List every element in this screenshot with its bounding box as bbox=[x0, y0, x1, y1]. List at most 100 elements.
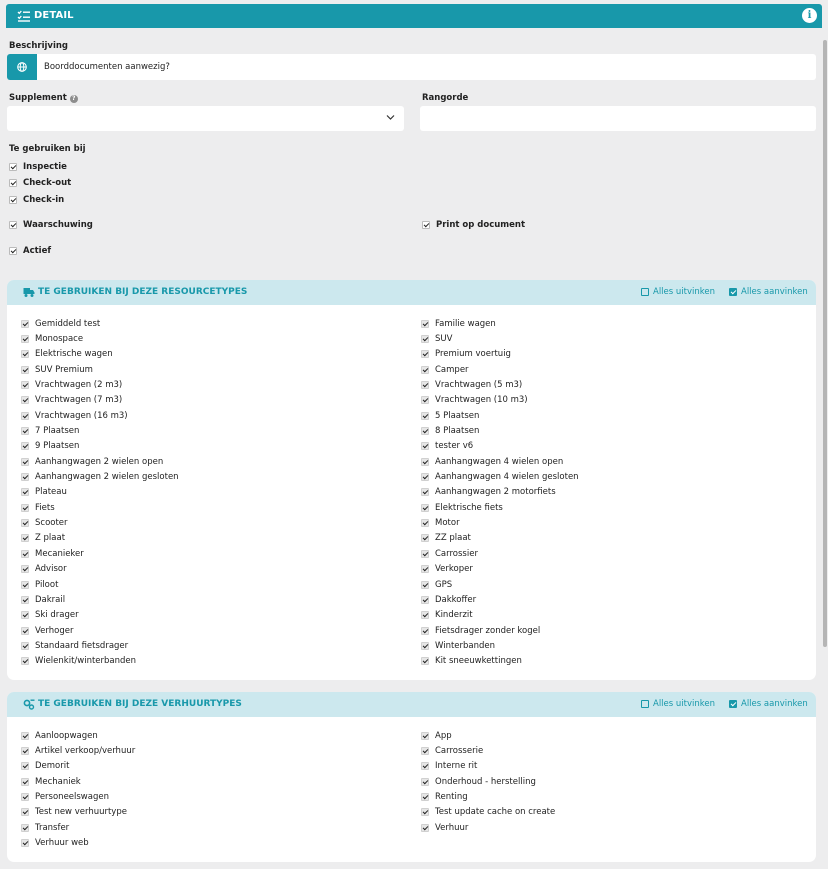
checkbox-waarschuwing[interactable]: Waarschuwing bbox=[9, 220, 93, 230]
checkbox-list-item[interactable]: Aanloopwagen bbox=[21, 728, 135, 743]
checkbox-list-item[interactable]: Test update cache on create bbox=[421, 805, 555, 820]
checkbox-list-item[interactable]: Gemiddeld test bbox=[21, 316, 179, 331]
checkbox[interactable] bbox=[421, 747, 429, 756]
checkbox-list-item[interactable]: ZZ plaat bbox=[421, 531, 579, 546]
checkbox[interactable] bbox=[421, 626, 429, 635]
checkbox-list-item[interactable]: Fietsdrager zonder kogel bbox=[421, 623, 579, 638]
checkbox-list-item[interactable]: Scooter bbox=[21, 515, 179, 530]
checkbox-list-item[interactable]: Premium voertuig bbox=[421, 347, 579, 362]
help-icon[interactable]: ? bbox=[69, 95, 78, 103]
checkbox-list-item[interactable]: Interne rit bbox=[421, 759, 555, 774]
checkbox-inspectie[interactable]: Inspectie bbox=[9, 162, 67, 172]
checkbox-list-item[interactable]: Transfer bbox=[21, 820, 135, 835]
checkbox-list-item[interactable]: Piloot bbox=[21, 577, 179, 592]
checkbox-list-item[interactable]: Standaard fietsdrager bbox=[21, 638, 179, 653]
supplement-select[interactable] bbox=[7, 106, 404, 131]
checkbox[interactable] bbox=[21, 365, 29, 374]
checkbox[interactable] bbox=[421, 823, 429, 832]
checkbox-list-item[interactable]: Renting bbox=[421, 789, 555, 804]
checkbox[interactable] bbox=[21, 626, 29, 635]
checkbox[interactable] bbox=[21, 319, 29, 328]
checkbox[interactable] bbox=[421, 488, 429, 497]
checkbox[interactable] bbox=[421, 396, 429, 405]
checkbox[interactable] bbox=[421, 777, 429, 786]
checkbox[interactable] bbox=[421, 731, 429, 740]
rangorde-input[interactable] bbox=[420, 106, 816, 131]
checkbox[interactable] bbox=[421, 762, 429, 771]
checkbox-list-item[interactable]: GPS bbox=[421, 577, 579, 592]
checkbox-list-item[interactable]: Test new verhuurtype bbox=[21, 805, 135, 820]
checkbox[interactable] bbox=[21, 657, 29, 666]
checkbox-list-item[interactable]: 9 Plaatsen bbox=[21, 439, 179, 454]
checkbox-list-item[interactable]: Onderhoud - herstelling bbox=[421, 774, 555, 789]
uncheck-all-verhuurtypes[interactable]: Alles uitvinken bbox=[641, 699, 715, 709]
checkbox-list-item[interactable]: Elektrische fiets bbox=[421, 500, 579, 515]
checkbox[interactable] bbox=[21, 565, 29, 574]
checkbox[interactable] bbox=[421, 473, 429, 482]
checkbox[interactable] bbox=[421, 595, 429, 604]
checkbox[interactable] bbox=[21, 808, 29, 817]
checkbox[interactable] bbox=[21, 396, 29, 405]
checkbox[interactable] bbox=[21, 427, 29, 436]
checkbox[interactable] bbox=[21, 488, 29, 497]
checkbox-list-item[interactable]: 5 Plaatsen bbox=[421, 408, 579, 423]
scrollbar-thumb[interactable] bbox=[823, 40, 827, 647]
checkbox[interactable] bbox=[421, 657, 429, 666]
checkbox-list-item[interactable]: Dakkoffer bbox=[421, 592, 579, 607]
checkbox[interactable] bbox=[421, 442, 429, 451]
checkbox-list-item[interactable]: Aanhangwagen 4 wielen gesloten bbox=[421, 469, 579, 484]
translate-button[interactable] bbox=[7, 54, 37, 80]
checkbox[interactable] bbox=[21, 350, 29, 359]
checkbox-list-item[interactable]: Z plaat bbox=[21, 531, 179, 546]
checkbox-list-item[interactable]: Kit sneeuwkettingen bbox=[421, 654, 579, 669]
checkbox-list-item[interactable]: Vrachtwagen (2 m3) bbox=[21, 377, 179, 392]
checkbox[interactable] bbox=[21, 839, 29, 848]
checkbox[interactable] bbox=[421, 580, 429, 589]
checkbox[interactable] bbox=[21, 611, 29, 620]
checkbox-list-item[interactable]: 8 Plaatsen bbox=[421, 423, 579, 438]
checkbox[interactable] bbox=[421, 319, 429, 328]
check-all-resourcetypes[interactable]: Alles aanvinken bbox=[729, 287, 808, 297]
checkbox[interactable] bbox=[21, 793, 29, 802]
checkbox-list-item[interactable]: Aanhangwagen 2 wielen gesloten bbox=[21, 469, 179, 484]
checkbox-list-item[interactable]: Camper bbox=[421, 362, 579, 377]
checkbox[interactable] bbox=[21, 762, 29, 771]
checkbox-list-item[interactable]: Demorit bbox=[21, 759, 135, 774]
checkbox[interactable] bbox=[21, 457, 29, 466]
checkbox-list-item[interactable]: Verhuur web bbox=[21, 835, 135, 850]
checkbox[interactable] bbox=[21, 731, 29, 740]
checkbox-list-item[interactable]: Familie wagen bbox=[421, 316, 579, 331]
checkbox[interactable] bbox=[21, 473, 29, 482]
checkbox[interactable] bbox=[421, 457, 429, 466]
checkbox[interactable] bbox=[421, 427, 429, 436]
checkbox-actief[interactable]: Actief bbox=[9, 246, 51, 256]
checkbox[interactable] bbox=[21, 641, 29, 650]
checkbox-list-item[interactable]: Aanhangwagen 2 motorfiets bbox=[421, 485, 579, 500]
checkbox-list-item[interactable]: App bbox=[421, 728, 555, 743]
checkbox-list-item[interactable]: Ski drager bbox=[21, 608, 179, 623]
checkbox-list-item[interactable]: Advisor bbox=[21, 562, 179, 577]
checkbox-list-item[interactable]: Wielenkit/winterbanden bbox=[21, 654, 179, 669]
checkbox-list-item[interactable]: Elektrische wagen bbox=[21, 347, 179, 362]
checkbox[interactable] bbox=[421, 365, 429, 374]
info-icon[interactable]: i bbox=[802, 8, 817, 23]
checkbox-print-op-document[interactable]: Print op document bbox=[422, 220, 525, 230]
checkbox[interactable] bbox=[421, 534, 429, 543]
checkbox[interactable] bbox=[421, 350, 429, 359]
checkbox-list-item[interactable]: Winterbanden bbox=[421, 638, 579, 653]
checkbox[interactable] bbox=[421, 519, 429, 528]
checkbox-list-item[interactable]: Artikel verkoop/verhuur bbox=[21, 743, 135, 758]
checkbox[interactable] bbox=[21, 549, 29, 558]
checkbox[interactable] bbox=[421, 549, 429, 558]
checkbox-list-item[interactable]: Kinderzit bbox=[421, 608, 579, 623]
checkbox-list-item[interactable]: Monospace bbox=[21, 331, 179, 346]
checkbox[interactable] bbox=[21, 747, 29, 756]
checkbox-list-item[interactable]: Personeelswagen bbox=[21, 789, 135, 804]
checkbox[interactable] bbox=[421, 611, 429, 620]
checkbox[interactable] bbox=[21, 442, 29, 451]
checkbox-list-item[interactable]: Aanhangwagen 4 wielen open bbox=[421, 454, 579, 469]
checkbox-list-item[interactable]: Mechaniek bbox=[21, 774, 135, 789]
checkbox-list-item[interactable]: Vrachtwagen (5 m3) bbox=[421, 377, 579, 392]
checkbox[interactable] bbox=[21, 580, 29, 589]
checkbox[interactable] bbox=[421, 565, 429, 574]
